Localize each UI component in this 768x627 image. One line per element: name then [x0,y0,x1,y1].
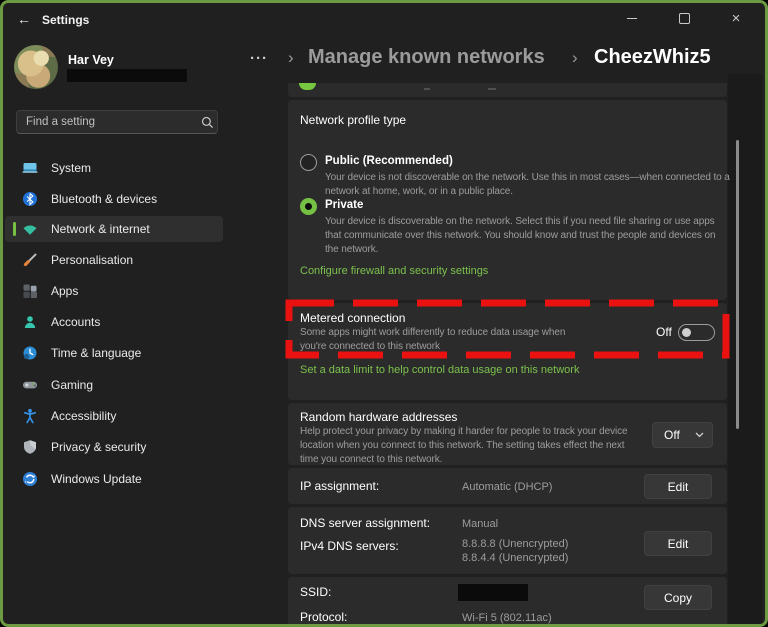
sidebar-item-time-language[interactable]: Time & language [5,340,223,366]
toggle-state-label: Off [656,325,672,339]
toggle-knob [682,328,691,337]
page-title: CheezWhiz5 [594,46,711,68]
sidebar-item-label: Personalisation [51,253,134,267]
sidebar-item-label: Apps [51,284,79,298]
metered-card: Metered connection Some apps might work … [288,303,727,400]
sidebar-item-label: Time & language [51,346,142,360]
network-profile-title: Network profile type [300,113,407,127]
breadcrumb-separator: › [572,48,578,67]
radio-circle-public[interactable] [300,154,317,171]
close-button[interactable]: × [716,5,756,31]
sidebar-item-apps[interactable]: Apps [5,278,223,304]
data-limit-link[interactable]: Set a data limit to help control data us… [300,364,579,376]
person-icon [22,314,38,330]
wifi-icon [22,221,38,237]
maximize-button[interactable] [664,5,704,31]
sidebar-item-label: Bluetooth & devices [51,192,158,206]
sidebar-item-windows-update[interactable]: Windows Update [5,466,223,492]
sidebar-item-system[interactable]: System [5,155,223,181]
search-icon[interactable] [197,116,217,129]
back-button[interactable]: ← [12,8,36,30]
accessibility-icon [22,408,38,424]
clock-globe-icon [22,345,38,361]
ipv4-dns-values: 8.8.8.8 (Unencrypted) 8.8.4.4 (Unencrypt… [462,538,569,564]
dns-card: DNS server assignment: Manual IPv4 DNS s… [288,507,727,574]
dropdown-value: Off [664,428,680,442]
chevron-down-icon [695,432,704,438]
ip-assignment-card: IP assignment: Automatic (DHCP) Edit [288,468,727,504]
ssid-card: SSID: Protocol: Wi-Fi 5 (802.11ac) Copy [288,577,727,627]
sidebar-item-privacy[interactable]: Privacy & security [5,434,223,460]
update-icon [22,471,38,487]
window-title: Settings [42,13,90,27]
close-icon: × [731,9,741,27]
sidebar-item-personalisation[interactable]: Personalisation [5,247,223,273]
user-name: Har Vey [68,53,114,67]
sidebar-item-label: Gaming [51,378,94,392]
sidebar-item-label: System [51,161,92,175]
radio-description: Your device is not discoverable on the n… [325,172,730,197]
sidebar-item-label: Accounts [51,315,101,329]
dns-assignment-value: Manual [462,518,499,530]
redacted-ssid-value [458,584,528,601]
minimize-icon [627,17,637,19]
settings-window: ← Settings × Har Vey System Bluetooth & … [0,0,768,627]
network-profile-card: Network profile type Public (Recommended… [288,100,730,300]
random-hardware-title: Random hardware addresses [300,410,458,424]
breadcrumb-more-button[interactable]: ··· [250,50,268,67]
breadcrumb-separator: › [288,48,294,67]
radio-label: Public (Recommended) [325,155,453,167]
gamepad-icon [22,377,38,393]
sidebar-item-gaming[interactable]: Gaming [5,372,223,398]
shield-icon [22,439,38,455]
ssid-copy-button[interactable]: Copy [644,585,712,610]
metered-description: Some apps might work differently to redu… [300,327,566,352]
paintbrush-icon [22,252,38,268]
apps-icon [22,283,38,299]
ip-assignment-value: Automatic (DHCP) [462,481,553,493]
radio-label: Private [325,199,364,211]
cutoff-text-remnant [424,88,430,90]
minimize-button[interactable] [612,5,652,31]
selected-accent-bar [13,222,16,236]
cutoff-row [288,83,727,97]
sidebar-item-label: Privacy & security [51,440,147,454]
avatar[interactable] [14,45,58,89]
search-box [16,110,218,134]
ssid-label: SSID: [300,585,332,599]
ipv4-dns-label: IPv4 DNS servers: [300,539,399,553]
random-hardware-description: Help protect your privacy by making it h… [300,426,628,465]
protocol-value: Wi-Fi 5 (802.11ac) [462,612,552,624]
metered-toggle[interactable] [678,324,715,341]
sidebar-item-accessibility[interactable]: Accessibility [5,403,223,429]
sidebar-item-accounts[interactable]: Accounts [5,309,223,335]
sidebar-item-label: Network & internet [51,222,150,236]
firewall-settings-link[interactable]: Configure firewall and security settings [300,265,488,277]
search-input[interactable] [17,116,197,128]
random-hardware-dropdown[interactable]: Off [652,422,713,448]
sidebar-item-bluetooth[interactable]: Bluetooth & devices [5,186,223,212]
redacted-user-email [67,69,187,82]
breadcrumb-parent[interactable]: Manage known networks [308,46,545,69]
scrollbar-thumb[interactable] [736,140,739,429]
radio-description: Your device is discoverable on the netwo… [325,216,716,255]
cutoff-text-remnant [488,88,496,90]
protocol-label: Protocol: [300,610,348,624]
ip-edit-button[interactable]: Edit [644,474,712,499]
maximize-icon [678,12,690,24]
dns-edit-button[interactable]: Edit [644,531,712,556]
sidebar-item-network[interactable]: Network & internet [5,216,223,242]
sidebar-item-label: Accessibility [51,409,117,423]
metered-title: Metered connection [300,311,406,325]
system-icon [22,160,38,176]
radio-circle-private[interactable] [300,198,317,215]
dns-assignment-label: DNS server assignment: [300,516,431,530]
toggle-on-partial[interactable] [299,83,316,90]
sidebar-item-label: Windows Update [51,472,142,486]
content-gutter [728,74,762,627]
bluetooth-icon [22,191,38,207]
ip-assignment-label: IP assignment: [300,479,380,493]
